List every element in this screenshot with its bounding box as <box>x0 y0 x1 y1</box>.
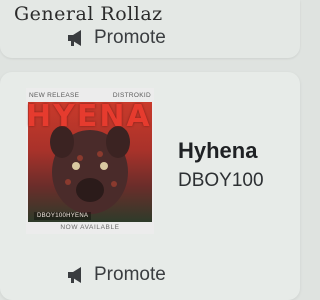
promote-button-bottom[interactable]: Promote <box>66 264 166 286</box>
promote-label: Promote <box>94 264 166 285</box>
promote-button-top[interactable]: Promote <box>66 27 166 49</box>
cover-tag-right: DISTROKID <box>112 91 151 99</box>
release-title[interactable]: Hyhena <box>178 138 257 164</box>
album-cover[interactable]: NEW RELEASE DISTROKID DBOY100HYENA HYENA… <box>26 88 154 234</box>
cover-artist-tag: DBOY100HYENA <box>34 212 92 220</box>
promote-label: Promote <box>94 27 166 48</box>
megaphone-icon <box>66 266 86 284</box>
megaphone-icon <box>66 29 86 47</box>
cover-title-art: HYENA <box>26 99 152 134</box>
cover-tag-left: NEW RELEASE <box>29 91 80 99</box>
cover-footer: NOW AVAILABLE <box>60 224 120 231</box>
release-artist[interactable]: DBOY100 <box>178 170 264 192</box>
artist-name: General Rollaz <box>14 3 163 25</box>
